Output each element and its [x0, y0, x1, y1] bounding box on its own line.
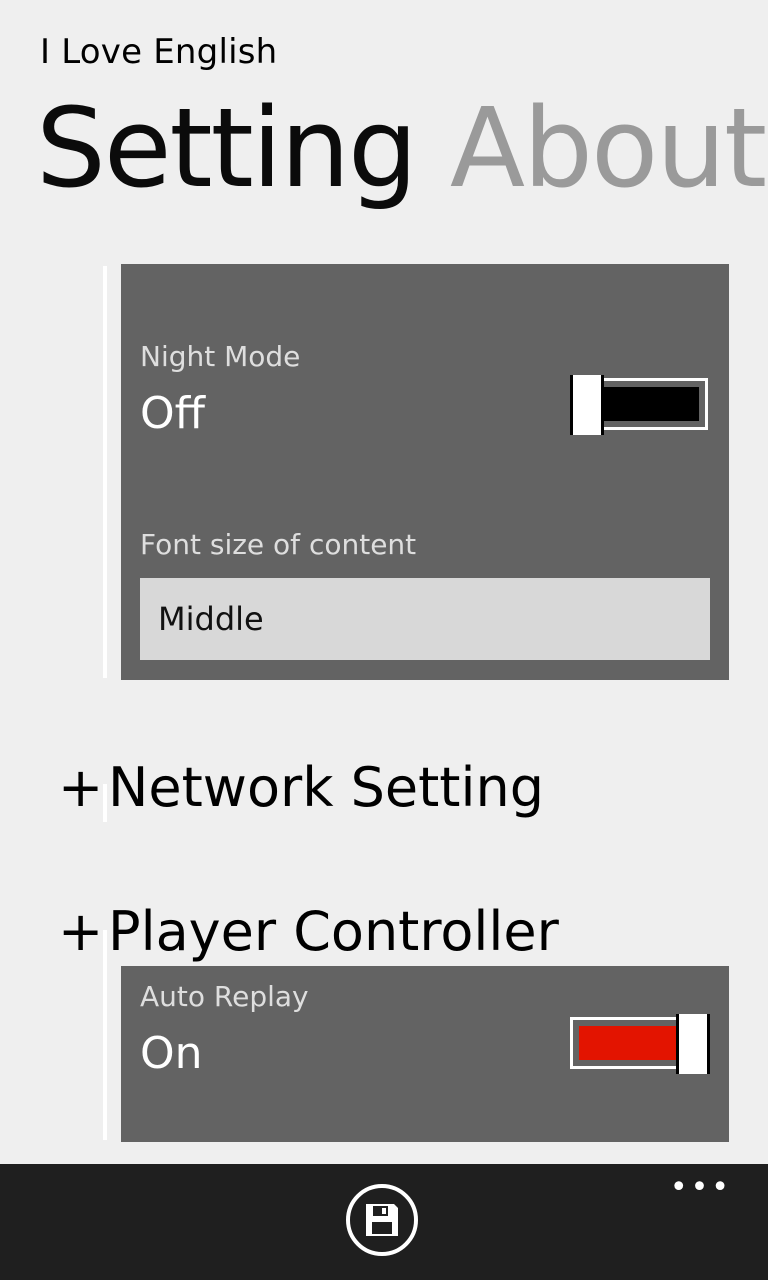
- player-controller-header[interactable]: +Player Controller: [58, 900, 559, 963]
- auto-replay-label: Auto Replay: [140, 980, 309, 1013]
- auto-replay-toggle-thumb[interactable]: [676, 1014, 710, 1074]
- display-settings-panel: Night Mode Off Font size of content Midd…: [121, 264, 729, 680]
- app-title: I Love English: [40, 32, 278, 72]
- section-indicator-line: [103, 930, 107, 1140]
- network-setting-header[interactable]: +Network Setting: [58, 756, 544, 819]
- night-mode-toggle-thumb[interactable]: [570, 375, 604, 435]
- tab-setting[interactable]: Setting: [36, 88, 418, 209]
- pivot-header: Setting About: [36, 88, 768, 209]
- player-controller-label: Player Controller: [108, 900, 559, 963]
- font-size-dropdown[interactable]: Middle: [140, 578, 710, 660]
- auto-replay-value: On: [140, 1028, 203, 1079]
- save-icon: [366, 1204, 398, 1236]
- font-size-label: Font size of content: [140, 528, 417, 561]
- player-settings-panel: Auto Replay On: [121, 966, 729, 1142]
- application-bar: •••: [0, 1164, 768, 1280]
- section-indicator-line: [103, 266, 107, 678]
- night-mode-value: Off: [140, 388, 205, 439]
- night-mode-toggle[interactable]: [570, 375, 710, 435]
- tab-about[interactable]: About: [450, 88, 767, 209]
- network-setting-label: Network Setting: [108, 756, 544, 819]
- more-options-button[interactable]: •••: [670, 1173, 732, 1203]
- night-mode-label: Night Mode: [140, 340, 301, 373]
- expand-icon: +: [58, 900, 104, 963]
- expand-icon: +: [58, 756, 104, 819]
- auto-replay-toggle[interactable]: [570, 1014, 710, 1074]
- save-button[interactable]: [346, 1184, 418, 1256]
